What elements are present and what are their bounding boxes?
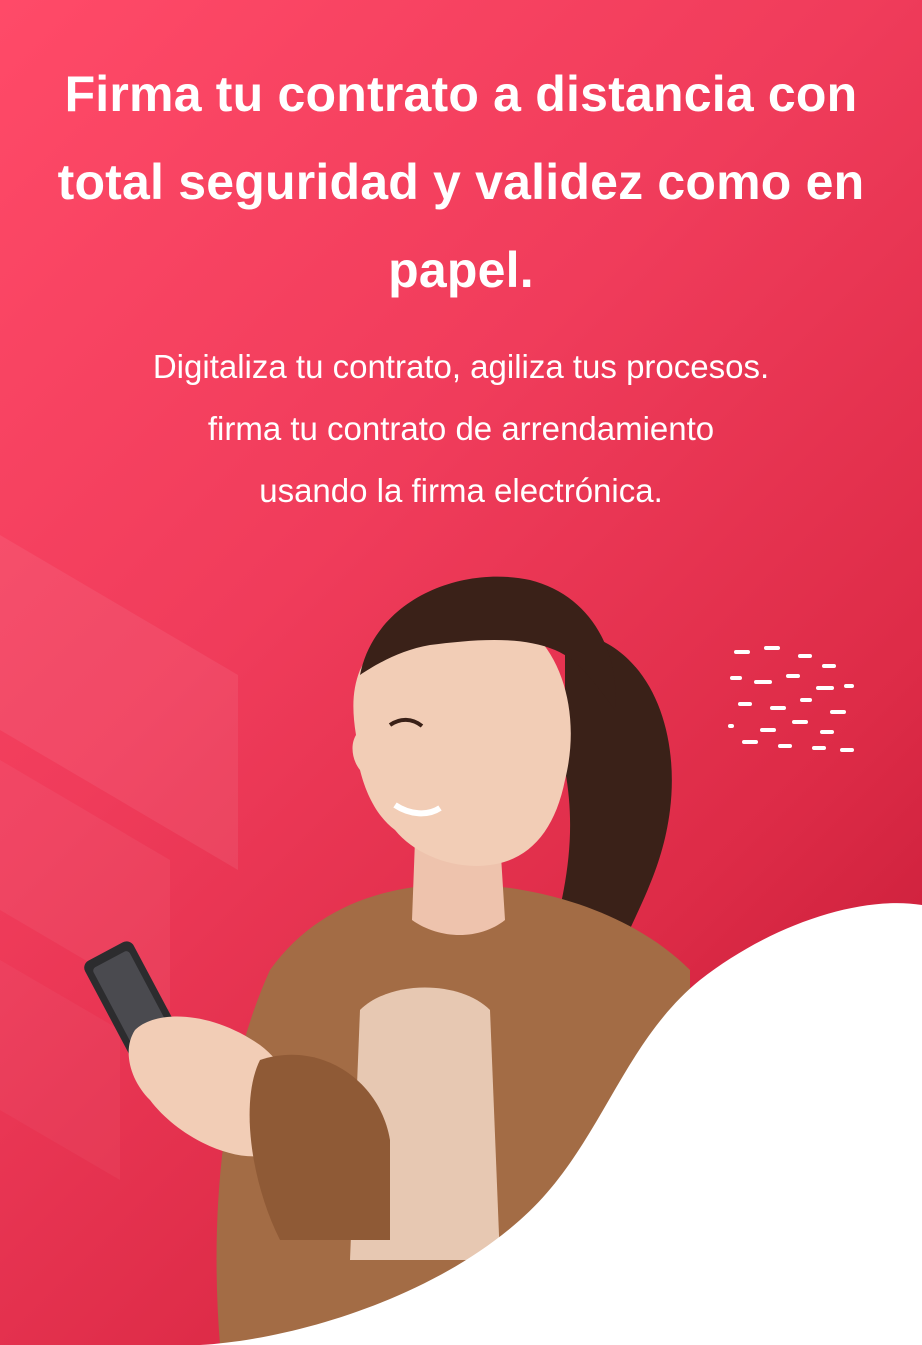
woman-smiling-using-smartphone-icon: [84, 576, 690, 1345]
page-title: Firma tu contrato a distancia con total …: [57, 66, 865, 298]
page-subtitle: Digitaliza tu contrato, agiliza tus proc…: [152, 348, 770, 509]
hero-banner: Firma tu contrato a distancia con total …: [0, 0, 922, 1345]
dash-pattern-icon: [728, 646, 854, 752]
